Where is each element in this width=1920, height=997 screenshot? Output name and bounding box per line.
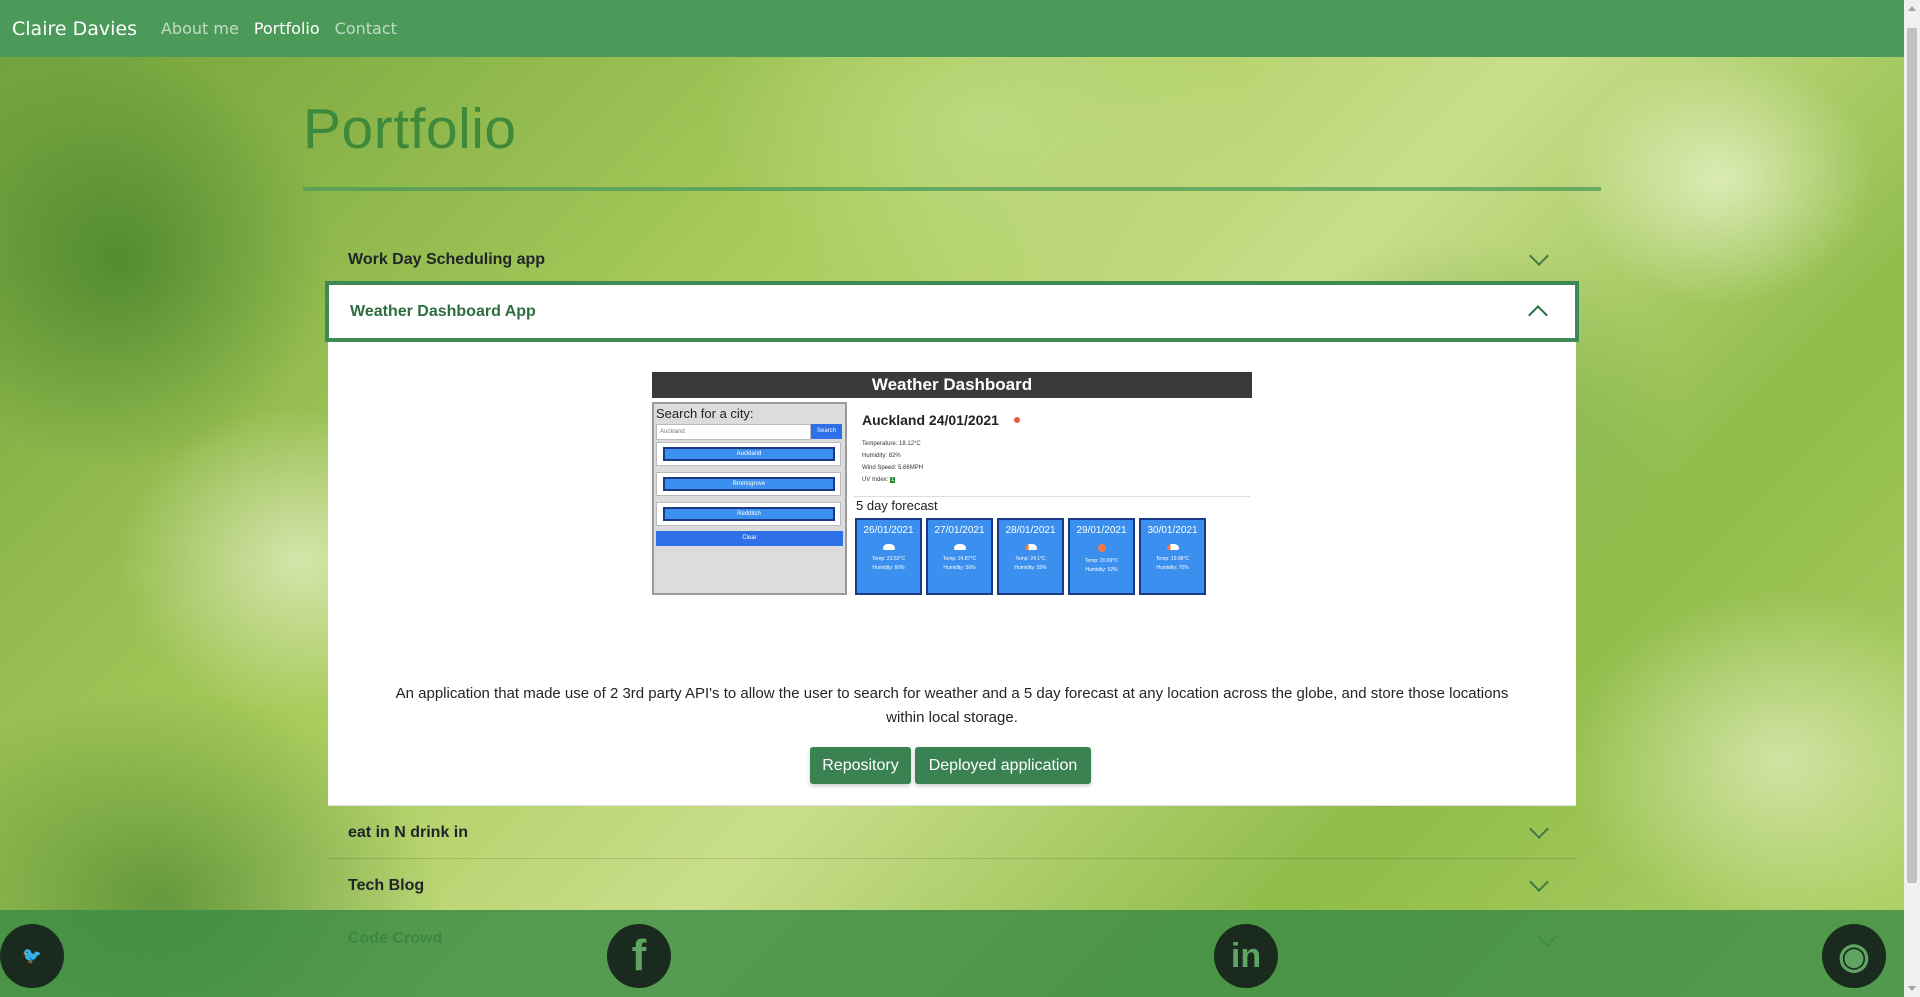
forecast-temp: Temp: 23.52°C <box>871 556 906 562</box>
weather-icon <box>1014 417 1020 423</box>
sun-icon <box>1097 544 1106 552</box>
accordion-item-title: eat in N drink in <box>348 823 469 841</box>
page-scrollbar[interactable] <box>1904 0 1920 997</box>
brand-link[interactable]: Claire Davies <box>12 18 137 40</box>
page-title: Portfolio <box>303 97 517 161</box>
forecast-humidity: Humidity: 70% <box>1156 565 1189 571</box>
screenshot-header: Weather Dashboard <box>652 372 1252 398</box>
partly-cloudy-icon <box>1024 544 1037 550</box>
forecast-card: 28/01/2021 Temp: 24.1°C Humidity: 55% <box>997 518 1064 595</box>
scroll-up-arrow-icon[interactable] <box>1908 6 1916 11</box>
nav-link-about[interactable]: About me <box>161 19 239 38</box>
forecast-humidity: Humidity: 60% <box>872 565 905 571</box>
linkedin-icon[interactable]: in <box>1214 924 1278 988</box>
forecast-title: 5 day forecast <box>856 498 938 513</box>
forecast-temp: Temp: 24.87°C <box>942 556 977 562</box>
forecast-temp: Temp: 20.69°C <box>1084 558 1119 564</box>
forecast-humidity: Humidity: 56% <box>943 565 976 571</box>
screenshot-divider <box>854 496 1250 497</box>
current-temp: Temperature: 18.12°C <box>862 441 921 447</box>
forecast-temp: Temp: 24.1°C <box>1015 556 1046 562</box>
uv-label: UV Index: <box>862 477 889 483</box>
nav-link-contact[interactable]: Contact <box>335 19 397 38</box>
accordion-item-weather-dashboard[interactable]: Weather Dashboard App <box>325 281 1579 342</box>
forecast-date: 27/01/2021 <box>934 525 985 536</box>
forecast-card: 30/01/2021 Temp: 19.98°C Humidity: 70% <box>1139 518 1206 595</box>
accordion-item-code-crowd[interactable]: Code Crowd <box>348 930 442 948</box>
search-label: Search for a city: <box>656 406 754 421</box>
accordion-body-weather: Weather Dashboard Search for a city: Auc… <box>328 342 1576 806</box>
forecast-date: 28/01/2021 <box>1005 525 1056 536</box>
search-input-preview: Auckland <box>656 424 811 440</box>
uv-badge: 1 <box>890 477 896 483</box>
footer: 🐦 f in ◉ <box>0 910 1904 997</box>
clear-button-preview: Clear <box>656 531 843 546</box>
current-weather-title: Auckland 24/01/2021 <box>862 412 999 428</box>
title-divider <box>303 187 1601 191</box>
accordion-item-tech-blog[interactable]: Tech Blog <box>328 860 1576 912</box>
github-icon[interactable]: ◉ <box>1822 924 1886 988</box>
forecast-temp: Temp: 19.98°C <box>1155 556 1190 562</box>
city-button-preview: Bromsgrove <box>656 472 841 496</box>
forecast-humidity: Humidity: 52% <box>1085 567 1118 573</box>
project-description: An application that made use of 2 3rd pa… <box>395 685 1509 726</box>
scroll-thumb[interactable] <box>1907 28 1917 883</box>
forecast-card: 29/01/2021 Temp: 20.69°C Humidity: 52% <box>1068 518 1135 595</box>
city-label: Auckland <box>663 447 835 461</box>
accordion-item-eat-in[interactable]: eat in N drink in <box>328 807 1576 859</box>
forecast-card: 27/01/2021 Temp: 24.87°C Humidity: 56% <box>926 518 993 595</box>
accordion-item-title: Work Day Scheduling app <box>348 250 546 268</box>
nav-link-portfolio[interactable]: Portfolio <box>254 19 320 38</box>
project-screenshot: Weather Dashboard Search for a city: Auc… <box>652 372 1252 596</box>
navbar: Claire Davies About me Portfolio Contact <box>0 0 1904 57</box>
repository-button[interactable]: Repository <box>810 747 911 784</box>
accordion-item-title: Tech Blog <box>348 876 425 894</box>
forecast-humidity: Humidity: 55% <box>1014 565 1047 571</box>
city-label: Bromsgrove <box>663 477 835 491</box>
accordion-item-title: Weather Dashboard App <box>350 302 536 320</box>
facebook-icon[interactable]: f <box>607 924 671 988</box>
current-wind: Wind Speed: 5.66MPH <box>862 465 924 471</box>
search-button-preview: Search <box>811 424 842 439</box>
twitter-icon[interactable]: 🐦 <box>0 924 64 988</box>
city-label: Redditch <box>663 507 835 521</box>
chevron-down-icon <box>1529 818 1549 839</box>
screenshot-sidebar: Search for a city: Auckland Search Auckl… <box>652 402 847 595</box>
accordion-item-work-day[interactable]: Work Day Scheduling app <box>328 234 1576 286</box>
forecast-date: 29/01/2021 <box>1076 525 1127 536</box>
forecast-date: 26/01/2021 <box>863 525 914 536</box>
deployed-application-button[interactable]: Deployed application <box>915 747 1091 784</box>
current-humidity: Humidity: 82% <box>862 453 901 459</box>
city-button-preview: Redditch <box>656 502 841 526</box>
cloud-icon <box>882 544 895 550</box>
current-uv: UV Index: 1 <box>862 477 896 483</box>
chevron-up-icon <box>1528 304 1548 325</box>
scroll-down-arrow-icon[interactable] <box>1908 986 1916 991</box>
city-button-preview: Auckland <box>656 442 841 466</box>
partly-cloudy-icon <box>1166 544 1179 550</box>
cloud-icon <box>953 544 966 550</box>
chevron-down-icon <box>1529 245 1549 266</box>
chevron-down-icon <box>1529 871 1549 892</box>
forecast-card: 26/01/2021 Temp: 23.52°C Humidity: 60% <box>855 518 922 595</box>
forecast-date: 30/01/2021 <box>1147 525 1198 536</box>
